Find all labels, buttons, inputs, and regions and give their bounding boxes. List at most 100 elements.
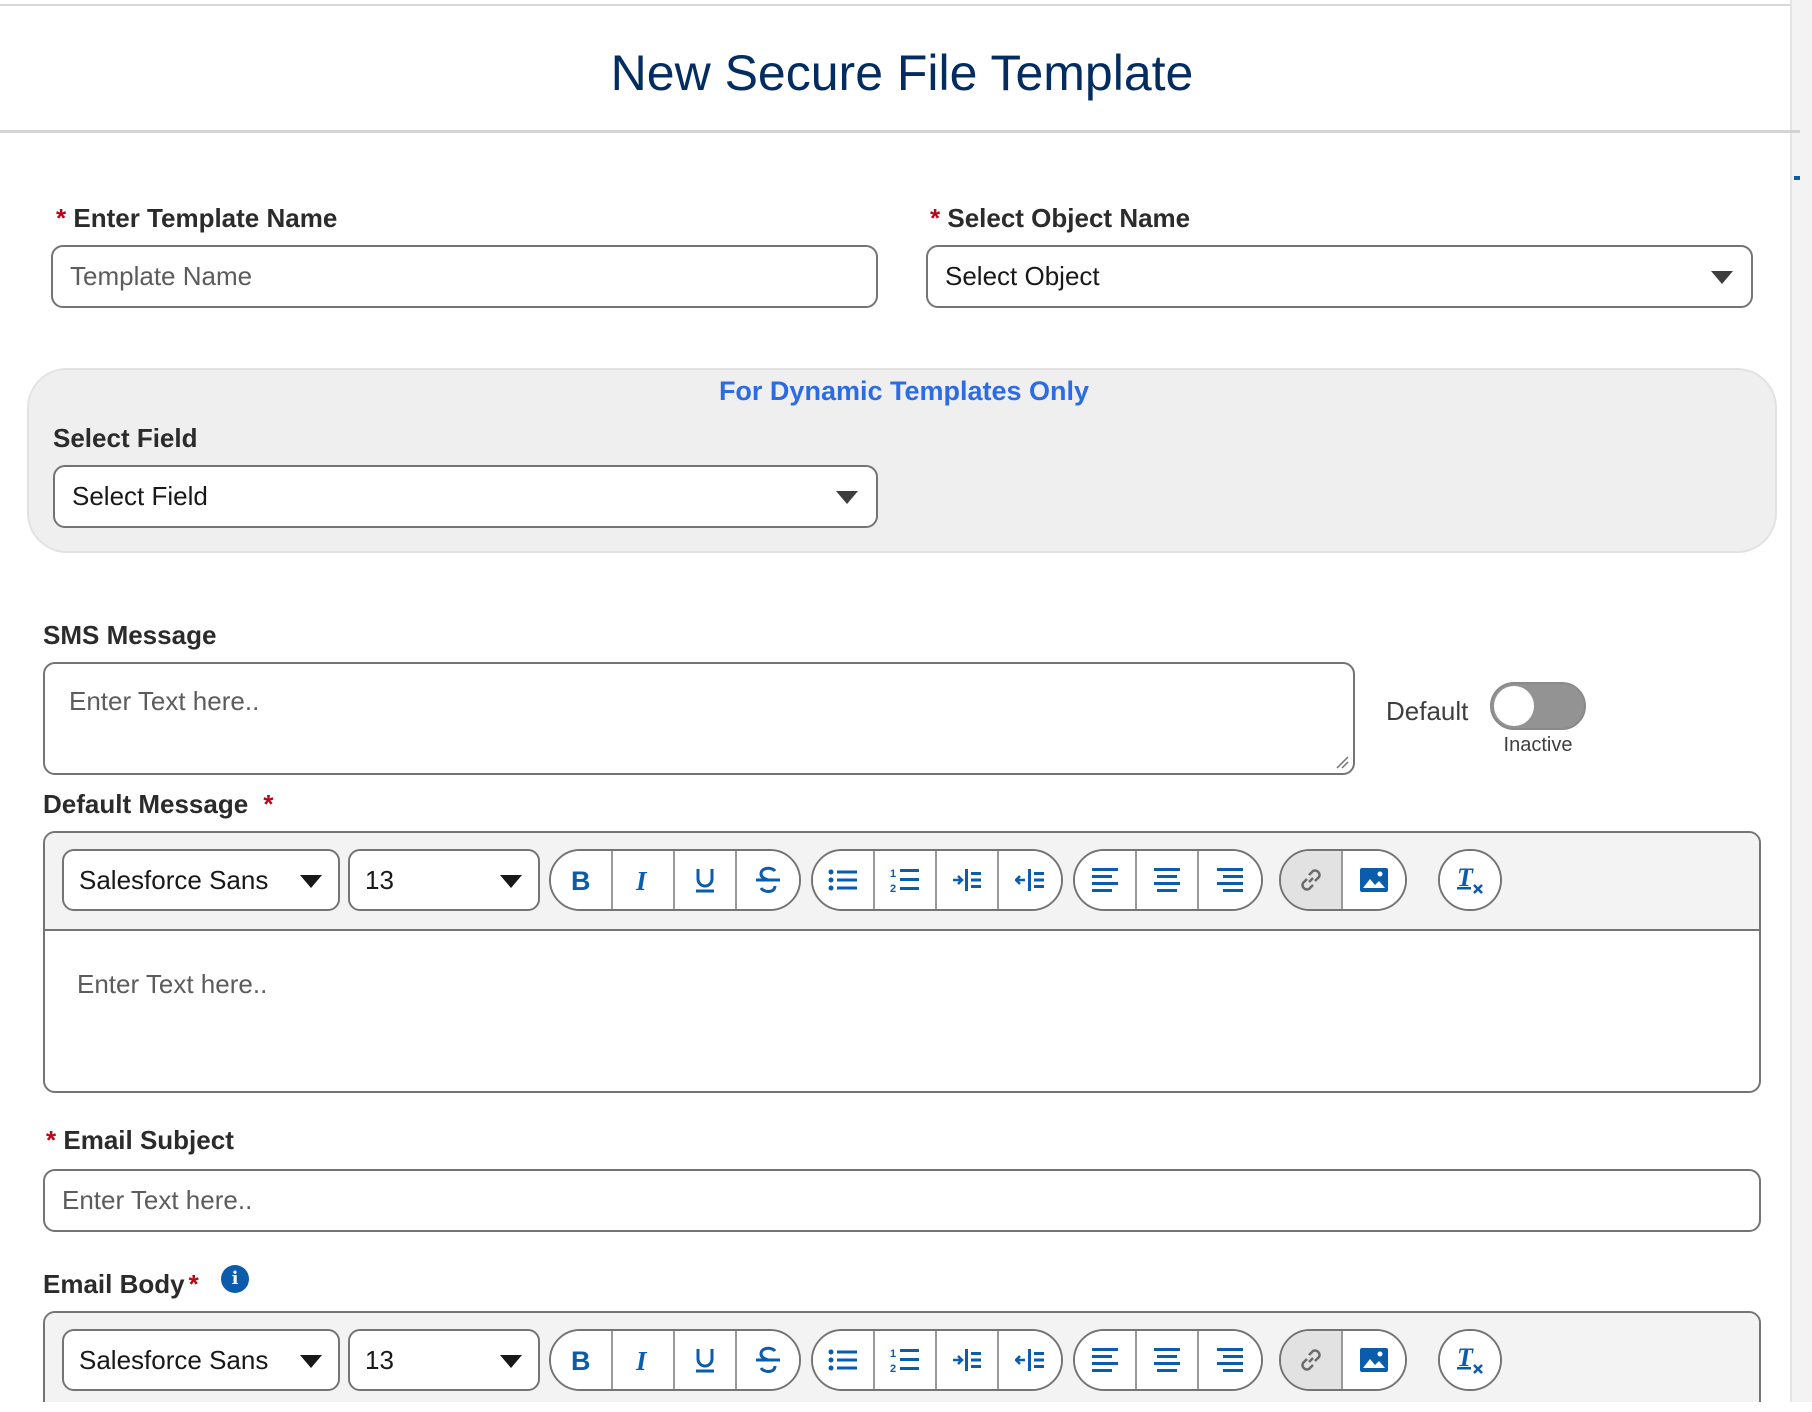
outdent-icon: [1015, 1349, 1044, 1371]
align-center-button[interactable]: [1137, 851, 1199, 909]
italic-icon: I: [635, 1347, 648, 1373]
underline-button[interactable]: [675, 1331, 737, 1389]
object-name-select[interactable]: Select Object: [926, 245, 1753, 308]
link-button[interactable]: [1281, 1331, 1343, 1389]
rich-text-toolbar: Salesforce Sans 13 B I 12 T: [45, 1313, 1759, 1411]
required-asterisk: *: [263, 789, 274, 819]
toggle-knob: [1494, 686, 1534, 726]
italic-button[interactable]: I: [613, 851, 675, 909]
font-size-select[interactable]: 13: [348, 1329, 540, 1391]
header-divider: [0, 130, 1800, 133]
info-icon[interactable]: i: [221, 1265, 249, 1293]
clear-format-group: T: [1438, 849, 1502, 911]
email-subject-input[interactable]: Enter Text here..: [43, 1169, 1761, 1232]
chevron-down-icon: [836, 491, 858, 504]
link-button[interactable]: [1281, 851, 1343, 909]
align-left-button[interactable]: [1075, 1331, 1137, 1389]
numbered-list-button[interactable]: 12: [875, 1331, 937, 1389]
sms-message-placeholder: Enter Text here..: [69, 686, 260, 716]
scrollbar-track[interactable]: [1792, 0, 1812, 1412]
font-size-select[interactable]: 13: [348, 849, 540, 911]
align-right-button[interactable]: [1199, 851, 1261, 909]
bullet-list-button[interactable]: [813, 1331, 875, 1389]
bullet-list-icon: [828, 1349, 857, 1371]
chevron-down-icon: [300, 875, 322, 888]
indent-icon: [953, 1349, 981, 1371]
default-message-label: Default Message *: [43, 789, 274, 820]
font-size-value: 13: [365, 864, 394, 895]
required-asterisk: *: [930, 203, 941, 233]
outdent-icon: [1015, 869, 1044, 891]
align-right-icon: [1217, 1348, 1243, 1372]
default-message-label-text: Default Message: [43, 789, 249, 819]
svg-text:1: 1: [890, 868, 896, 880]
insert-group: [1279, 849, 1407, 911]
toggle-state-text: Inactive: [1503, 734, 1573, 756]
svg-text:I: I: [635, 1347, 648, 1373]
email-body-label: Email Body *: [43, 1269, 199, 1300]
svg-text:2: 2: [890, 1363, 896, 1374]
numbered-list-icon: 12: [890, 868, 919, 894]
bold-icon: B: [571, 1347, 591, 1373]
underline-icon: [696, 869, 714, 893]
email-body-editor: Salesforce Sans 13 B I 12 T: [43, 1311, 1761, 1412]
list-indent-group: 12: [811, 1329, 1063, 1391]
align-right-button[interactable]: [1199, 1331, 1261, 1389]
required-asterisk: *: [56, 203, 67, 233]
default-message-body[interactable]: Enter Text here..: [77, 969, 267, 1000]
bold-button[interactable]: B: [551, 851, 613, 909]
underline-icon: [696, 1349, 714, 1373]
chevron-down-icon: [1711, 271, 1733, 284]
text-style-group: B I: [549, 1329, 801, 1391]
svg-text:I: I: [635, 867, 648, 893]
underline-button[interactable]: [675, 851, 737, 909]
italic-button[interactable]: I: [613, 1331, 675, 1389]
numbered-list-button[interactable]: 12: [875, 851, 937, 909]
image-button[interactable]: [1343, 1331, 1405, 1389]
default-toggle[interactable]: [1490, 682, 1586, 730]
modal-window: New Secure File Template * Enter Templat…: [0, 0, 1812, 1412]
svg-text:2: 2: [890, 883, 896, 894]
template-name-label-text: Enter Template Name: [73, 203, 338, 233]
viewport-bottom-edge: [0, 1402, 1812, 1412]
object-name-selected: Select Object: [945, 261, 1100, 291]
align-center-button[interactable]: [1137, 1331, 1199, 1389]
strikethrough-icon: [756, 1346, 780, 1373]
font-family-value: Salesforce Sans: [79, 864, 269, 895]
strikethrough-button[interactable]: [737, 851, 799, 909]
bullet-list-button[interactable]: [813, 851, 875, 909]
indent-button[interactable]: [937, 851, 999, 909]
image-icon: [1360, 868, 1388, 892]
image-icon: [1360, 1348, 1388, 1372]
font-family-select[interactable]: Salesforce Sans: [62, 1329, 340, 1391]
image-button[interactable]: [1343, 851, 1405, 909]
chevron-down-icon: [300, 1355, 322, 1368]
alignment-group: [1073, 1329, 1263, 1391]
default-toggle-label: Default: [1386, 696, 1469, 726]
svg-text:B: B: [571, 1347, 591, 1373]
align-left-button[interactable]: [1075, 851, 1137, 909]
bold-button[interactable]: B: [551, 1331, 613, 1389]
email-subject-placeholder: Enter Text here..: [62, 1185, 253, 1215]
bullet-list-icon: [828, 869, 857, 891]
font-family-select[interactable]: Salesforce Sans: [62, 849, 340, 911]
insert-group: [1279, 1329, 1407, 1391]
text-style-group: B I: [549, 849, 801, 911]
template-name-input[interactable]: Template Name: [51, 245, 878, 308]
outdent-button[interactable]: [999, 851, 1061, 909]
font-size-value: 13: [365, 1344, 394, 1375]
clear-formatting-button[interactable]: T: [1440, 1331, 1500, 1389]
email-subject-label: * Email Subject: [46, 1125, 234, 1156]
strikethrough-button[interactable]: [737, 1331, 799, 1389]
sms-message-textarea[interactable]: Enter Text here..: [43, 662, 1355, 775]
align-right-icon: [1217, 868, 1243, 892]
resize-handle-icon[interactable]: [1335, 755, 1349, 769]
align-center-icon: [1154, 1348, 1180, 1372]
clear-formatting-icon: T: [1457, 1345, 1483, 1374]
outdent-button[interactable]: [999, 1331, 1061, 1389]
align-center-icon: [1154, 868, 1180, 892]
clear-formatting-button[interactable]: T: [1440, 851, 1500, 909]
select-field-dropdown[interactable]: Select Field: [53, 465, 878, 528]
template-name-label: * Enter Template Name: [56, 203, 337, 234]
indent-button[interactable]: [937, 1331, 999, 1389]
